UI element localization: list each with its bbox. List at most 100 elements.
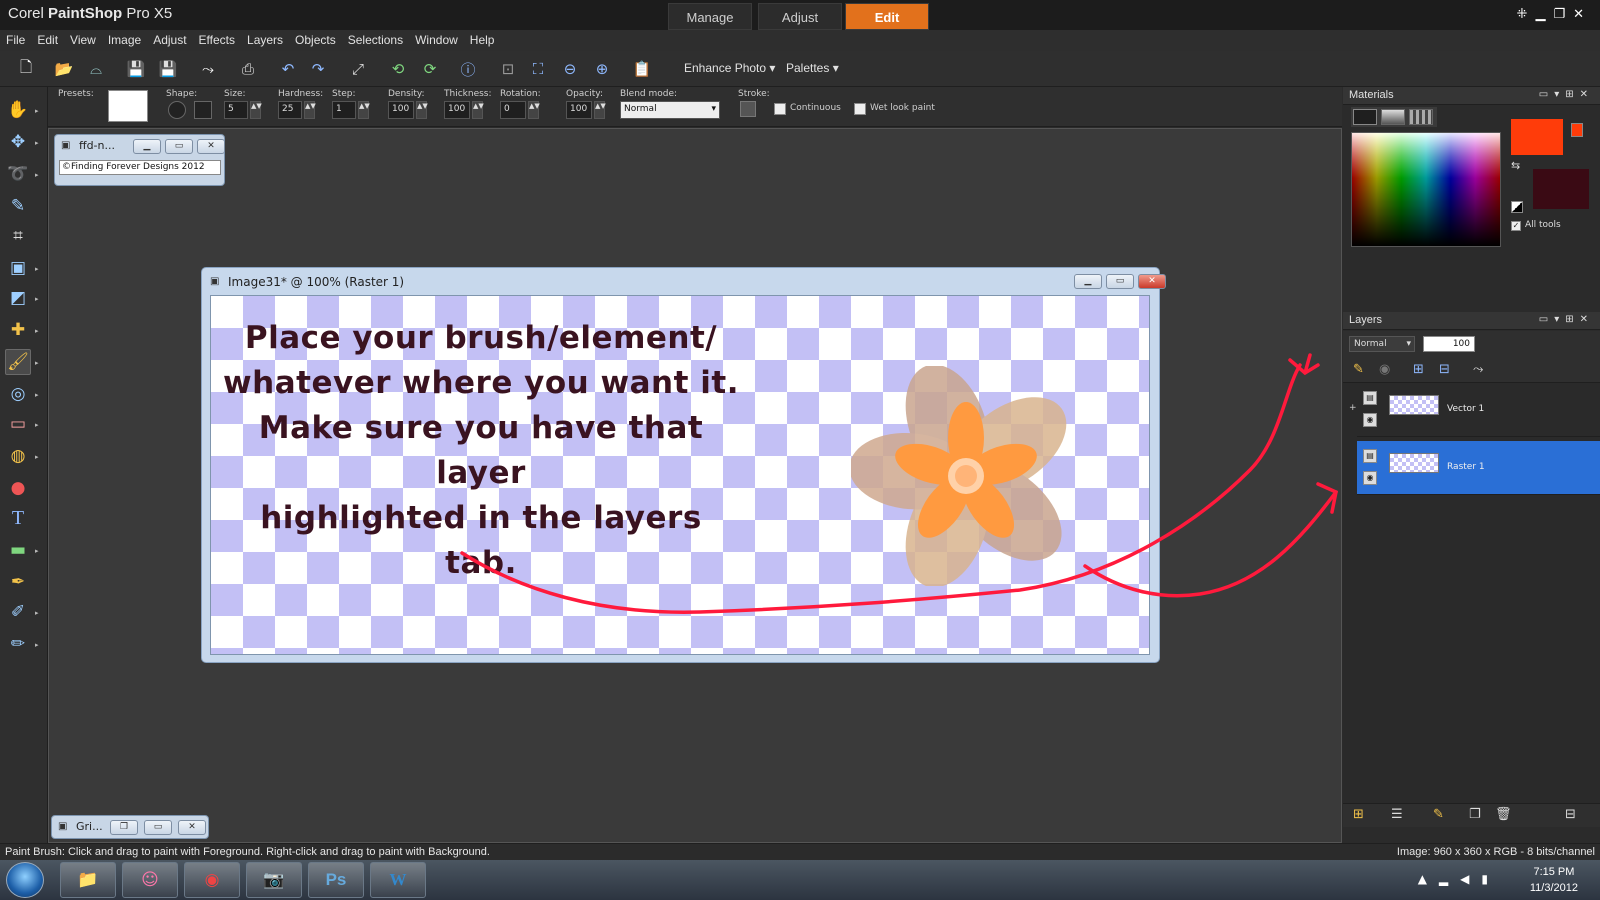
- link-icon[interactable]: ⤳: [1473, 362, 1483, 377]
- zoom-in-icon[interactable]: ⊕: [590, 57, 614, 81]
- opacity-stepper[interactable]: ▲▼: [594, 101, 606, 119]
- art-brush-tool-icon[interactable]: ✐: [5, 599, 31, 625]
- hardness-input[interactable]: 25: [278, 101, 302, 119]
- close-button[interactable]: ✕: [178, 820, 206, 835]
- rainbow-tab[interactable]: [1381, 109, 1405, 125]
- density-input[interactable]: 100: [388, 101, 414, 119]
- start-button[interactable]: [6, 862, 44, 898]
- brush-variance-icon[interactable]: ✎: [1353, 362, 1364, 377]
- layer-opacity-input[interactable]: 100: [1423, 336, 1475, 352]
- info-icon[interactable]: ⓘ: [456, 57, 480, 81]
- rotation-stepper[interactable]: ▲▼: [528, 101, 540, 119]
- pan-tool-icon[interactable]: ✋: [5, 97, 31, 123]
- scan-icon[interactable]: ⌓: [84, 57, 108, 81]
- visibility-eye-icon[interactable]: ◉: [1363, 471, 1377, 485]
- rotate-right-icon[interactable]: ⟳: [418, 57, 442, 81]
- mask-icon[interactable]: ◉: [1379, 362, 1390, 377]
- crop-tool-icon[interactable]: ⌗: [5, 223, 31, 249]
- minimize-button[interactable]: ▁: [133, 139, 161, 154]
- share-icon[interactable]: ⤳: [196, 57, 220, 81]
- menu-file[interactable]: File: [0, 30, 31, 47]
- opacity-input[interactable]: 100: [566, 101, 592, 119]
- size-input[interactable]: 5: [224, 101, 248, 119]
- layer-properties-icon[interactable]: ☰: [1391, 807, 1403, 822]
- restore-button[interactable]: ❐: [110, 820, 138, 835]
- new-layer-icon[interactable]: ⊞: [1353, 807, 1364, 822]
- close-button[interactable]: ✕: [197, 139, 225, 154]
- color-spectrum[interactable]: [1351, 132, 1501, 247]
- background-swatch[interactable]: [1533, 169, 1589, 209]
- minimized-document-window[interactable]: ▣ Gri... ❐ ▭ ✕: [51, 815, 209, 839]
- swatches-tab[interactable]: [1409, 109, 1433, 125]
- size-stepper[interactable]: ▲▼: [250, 101, 262, 119]
- rotate-left-icon[interactable]: ⟲: [386, 57, 410, 81]
- paste-icon[interactable]: 📋: [630, 57, 654, 81]
- round-shape-button[interactable]: [168, 101, 186, 119]
- straighten-tool-icon[interactable]: ▣: [5, 255, 31, 281]
- duplicate-layer-icon[interactable]: ❐: [1469, 807, 1481, 822]
- menu-selections[interactable]: Selections: [342, 30, 409, 47]
- color-changer-tool-icon[interactable]: ●: [5, 475, 31, 501]
- layer-row-raster-1[interactable]: ▤ ◉ Raster 1: [1357, 441, 1600, 495]
- mini-document-window[interactable]: ▣ ffd-n... ▁ ▭ ✕ ©Finding Forever Design…: [54, 134, 225, 186]
- texture-toggle-icon[interactable]: [1511, 201, 1523, 213]
- menu-layers[interactable]: Layers: [241, 30, 289, 47]
- rotation-input[interactable]: 0: [500, 101, 526, 119]
- delete-layer-icon[interactable]: 🗑: [1495, 807, 1512, 822]
- foreground-swatch[interactable]: [1511, 119, 1563, 155]
- explorer-taskbar-icon[interactable]: 📁: [60, 862, 116, 898]
- text-tool-icon[interactable]: T: [5, 505, 31, 531]
- pen-tool-icon[interactable]: ✒: [5, 569, 31, 595]
- maximize-button[interactable]: ▭: [1106, 274, 1134, 289]
- restore-button[interactable]: ❐: [1553, 7, 1573, 22]
- panel-controls[interactable]: ▭▾⊞✕: [1539, 89, 1594, 100]
- eraser-tool-icon[interactable]: ▭: [5, 411, 31, 437]
- save-as-icon[interactable]: 💾: [156, 57, 180, 81]
- actual-size-icon[interactable]: ⊡: [496, 57, 520, 81]
- chrome-taskbar-icon[interactable]: ◉: [184, 862, 240, 898]
- blend-mode-select[interactable]: Normal ▾: [620, 101, 720, 119]
- hardness-stepper[interactable]: ▲▼: [304, 101, 316, 119]
- menu-window[interactable]: Window: [409, 30, 464, 47]
- close-button[interactable]: ✕: [1573, 7, 1592, 22]
- volume-icon[interactable]: ◀: [1460, 872, 1481, 886]
- save-icon[interactable]: 💾: [124, 57, 148, 81]
- thickness-stepper[interactable]: ▲▼: [472, 101, 484, 119]
- image-window[interactable]: ▣ Image31* @ 100% (Raster 1) ▁ ▭ ✕ Place…: [201, 267, 1166, 663]
- print-icon[interactable]: ⎙: [236, 57, 260, 81]
- fit-window-icon[interactable]: ⛶: [526, 57, 550, 81]
- move-tool-icon[interactable]: ✥: [5, 129, 31, 155]
- image-canvas[interactable]: Place your brush/element/ whatever where…: [210, 295, 1150, 655]
- zoom-out-icon[interactable]: ⊖: [558, 57, 582, 81]
- menu-edit[interactable]: Edit: [31, 30, 64, 47]
- menu-objects[interactable]: Objects: [289, 30, 342, 47]
- menu-help[interactable]: Help: [464, 30, 501, 47]
- clone-tool-icon[interactable]: ◎: [5, 381, 31, 407]
- minimize-button[interactable]: ▁: [1074, 274, 1102, 289]
- density-stepper[interactable]: ▲▼: [416, 101, 428, 119]
- minimize-button[interactable]: ▁: [1535, 7, 1553, 22]
- step-input[interactable]: 1: [332, 101, 356, 119]
- photoshop-taskbar-icon[interactable]: Ps: [308, 862, 364, 898]
- lasso-tool-icon[interactable]: ➰: [5, 161, 31, 187]
- tray-arrow-icon[interactable]: ▲: [1418, 872, 1439, 886]
- layer-brush-icon[interactable]: ✎: [1433, 807, 1444, 822]
- resize-icon[interactable]: ⤢: [346, 57, 370, 81]
- visibility-eye-icon[interactable]: ◉: [1363, 413, 1377, 427]
- adjustment-layer-icon[interactable]: ⊟: [1439, 362, 1450, 377]
- new-layer-group-icon[interactable]: ⊞: [1413, 362, 1424, 377]
- dropper-tool-icon[interactable]: ✎: [5, 193, 31, 219]
- undo-icon[interactable]: ↶: [276, 57, 300, 81]
- perspective-tool-icon[interactable]: ◩: [5, 285, 31, 311]
- wet-look-checkbox[interactable]: [854, 103, 866, 115]
- paintshop-taskbar-icon[interactable]: 📷: [246, 862, 302, 898]
- maximize-button[interactable]: ▭: [165, 139, 193, 154]
- shape-tool-icon[interactable]: ▬: [5, 537, 31, 563]
- word-taskbar-icon[interactable]: W: [370, 862, 426, 898]
- power-icon[interactable]: ▮: [1481, 872, 1500, 886]
- layer-blend-select[interactable]: Normal ▾: [1349, 336, 1415, 352]
- menu-image[interactable]: Image: [102, 30, 147, 47]
- all-tools-checkbox[interactable]: ✓: [1511, 221, 1521, 231]
- menu-effects[interactable]: Effects: [193, 30, 241, 47]
- thickness-input[interactable]: 100: [444, 101, 470, 119]
